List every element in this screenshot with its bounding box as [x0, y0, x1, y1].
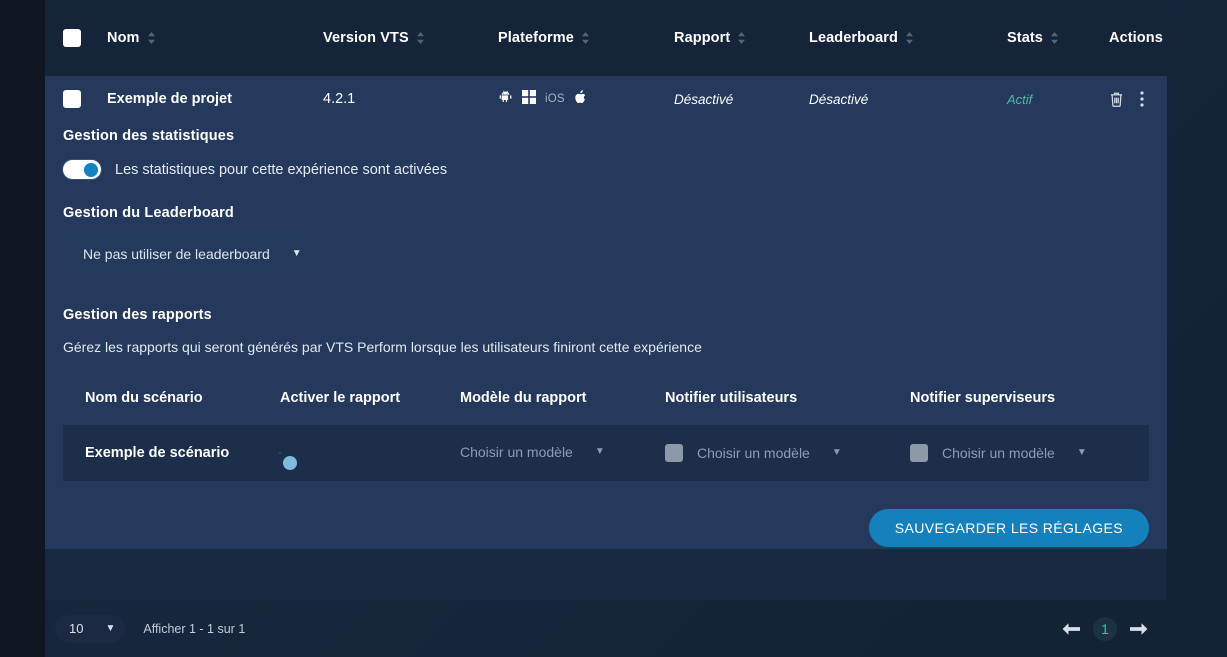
stats-section-title: Gestion des statistiques	[63, 128, 235, 144]
page-size-select[interactable]: 10 ▼	[55, 614, 126, 643]
chevron-down-icon: ▼	[291, 248, 302, 259]
leaderboard-select[interactable]: Ne pas utiliser de leaderboard ▼	[63, 235, 318, 273]
table-row[interactable]: Exemple de projet 4.2.1 iOS Désactivé Dé…	[45, 76, 1167, 122]
notify-users-template-select[interactable]: Choisir un modèle ▼	[697, 445, 842, 461]
table-header-row: Nom Version VTS Plateforme Rapport Leade…	[45, 0, 1167, 76]
column-header-stats[interactable]: Stats	[1007, 30, 1109, 46]
cell-platforms: iOS	[498, 89, 674, 109]
scenarios-table-header: Nom du scénario Activer le rapport Modèl…	[63, 381, 1149, 415]
notify-users-template-value: Choisir un modèle	[697, 445, 810, 461]
chevron-down-icon: ▼	[105, 622, 116, 634]
select-all-checkbox[interactable]	[63, 29, 81, 47]
projects-panel: Nom Version VTS Plateforme Rapport Leade…	[45, 0, 1167, 600]
notify-supervisors-checkbox[interactable]	[910, 444, 928, 462]
windows-icon	[522, 89, 536, 109]
cell-actions	[1109, 91, 1199, 108]
stats-toggle-label: Les statistiques pour cette expérience s…	[115, 161, 448, 178]
column-header-nom-label: Nom	[107, 30, 140, 46]
chevron-down-icon: ▼	[594, 446, 605, 457]
column-header-leaderboard-label: Leaderboard	[809, 30, 898, 46]
project-detail-body: Gestion des statistiques Les statistique…	[45, 122, 1167, 547]
cell-rapport-status: Désactivé	[674, 91, 734, 107]
page-number-1[interactable]: 1	[1093, 616, 1117, 641]
save-row: SAUVEGARDER LES RÉGLAGES	[63, 481, 1149, 547]
notify-supervisors-cell: Choisir un modèle ▼	[910, 444, 1130, 462]
stats-management-section: Gestion des statistiques Les statistique…	[63, 122, 1149, 179]
leaderboard-management-section: Gestion du Leaderboard Ne pas utiliser d…	[63, 205, 1149, 273]
android-icon	[498, 89, 513, 109]
scenario-row: Exemple de scénario Choisir un modèle ▼	[63, 425, 1149, 481]
column-header-actions: Actions	[1109, 30, 1199, 46]
chevron-down-icon: ▼	[831, 447, 842, 458]
sort-icon[interactable]	[1050, 31, 1059, 45]
ios-label: iOS	[545, 93, 565, 105]
cell-version: 4.2.1	[323, 91, 356, 107]
scenario-column-enable: Activer le rapport	[280, 390, 401, 406]
more-vertical-icon[interactable]	[1140, 91, 1144, 107]
notify-supervisors-template-select[interactable]: Choisir un modèle ▼	[942, 445, 1087, 461]
page-size-value: 10	[69, 621, 84, 636]
pager-controls: 1	[1061, 616, 1149, 641]
sort-icon[interactable]	[416, 31, 425, 45]
cell-leaderboard-status: Désactivé	[809, 91, 869, 107]
save-settings-button[interactable]: SAUVEGARDER LES RÉGLAGES	[868, 509, 1149, 547]
app-root: Nom Version VTS Plateforme Rapport Leade…	[0, 0, 1227, 657]
row-select-checkbox[interactable]	[63, 90, 81, 108]
cell-stats-status: Actif	[1007, 91, 1033, 107]
scenario-template-select[interactable]: Choisir un modèle ▼	[460, 444, 605, 460]
column-header-plateforme-label: Plateforme	[498, 30, 574, 46]
cell-project-name: Exemple de projet	[107, 91, 232, 107]
scenario-column-template: Modèle du rapport	[460, 390, 587, 406]
scenario-column-notify-supervisors: Notifier superviseurs	[910, 390, 1056, 406]
pagination-bar: 10 ▼ Afficher 1 - 1 sur 1 1	[45, 600, 1167, 657]
column-header-rapport-label: Rapport	[674, 30, 731, 46]
scenario-template-value: Choisir un modèle	[460, 444, 573, 460]
trash-icon[interactable]	[1109, 91, 1124, 108]
notify-users-checkbox[interactable]	[665, 444, 683, 462]
notify-users-cell: Choisir un modèle ▼	[665, 444, 910, 462]
scenario-name: Exemple de scénario	[85, 445, 230, 461]
scenario-column-name: Nom du scénario	[85, 390, 203, 406]
chevron-down-icon: ▼	[1076, 447, 1087, 458]
sort-icon[interactable]	[581, 31, 590, 45]
leaderboard-section-title: Gestion du Leaderboard	[63, 205, 234, 221]
column-header-nom[interactable]: Nom	[107, 30, 323, 46]
stats-enabled-toggle[interactable]	[63, 160, 101, 179]
sort-icon[interactable]	[905, 31, 914, 45]
select-all-cell	[63, 29, 107, 47]
reports-section-description: Gérez les rapports qui seront générés pa…	[63, 339, 702, 355]
column-header-leaderboard[interactable]: Leaderboard	[809, 30, 1007, 46]
column-header-rapport[interactable]: Rapport	[674, 30, 809, 46]
arrow-left-icon[interactable]	[1061, 622, 1081, 636]
arrow-right-icon[interactable]	[1129, 622, 1149, 636]
leaderboard-select-value: Ne pas utiliser de leaderboard	[83, 246, 270, 262]
column-header-version-label: Version VTS	[323, 30, 409, 46]
scenario-template-cell: Choisir un modèle ▼	[460, 444, 665, 462]
project-row-expanded: Exemple de projet 4.2.1 iOS Désactivé Dé…	[45, 76, 1167, 549]
column-header-stats-label: Stats	[1007, 30, 1043, 46]
scenario-column-notify-users: Notifier utilisateurs	[665, 390, 798, 406]
sort-icon[interactable]	[147, 31, 156, 45]
left-sidebar-rail	[0, 0, 45, 657]
reports-management-section: Gestion des rapports Gérez les rapports …	[63, 307, 1149, 547]
column-header-actions-label: Actions	[1109, 30, 1163, 46]
apple-icon	[574, 89, 587, 109]
notify-supervisors-template-value: Choisir un modèle	[942, 445, 1055, 461]
sort-icon[interactable]	[737, 31, 746, 45]
row-select-cell	[63, 90, 107, 108]
column-header-plateforme[interactable]: Plateforme	[498, 30, 674, 46]
column-header-version[interactable]: Version VTS	[323, 30, 498, 46]
pagination-info: Afficher 1 - 1 sur 1	[143, 621, 246, 636]
scenarios-table: Nom du scénario Activer le rapport Modèl…	[63, 381, 1149, 481]
reports-section-title: Gestion des rapports	[63, 307, 212, 323]
